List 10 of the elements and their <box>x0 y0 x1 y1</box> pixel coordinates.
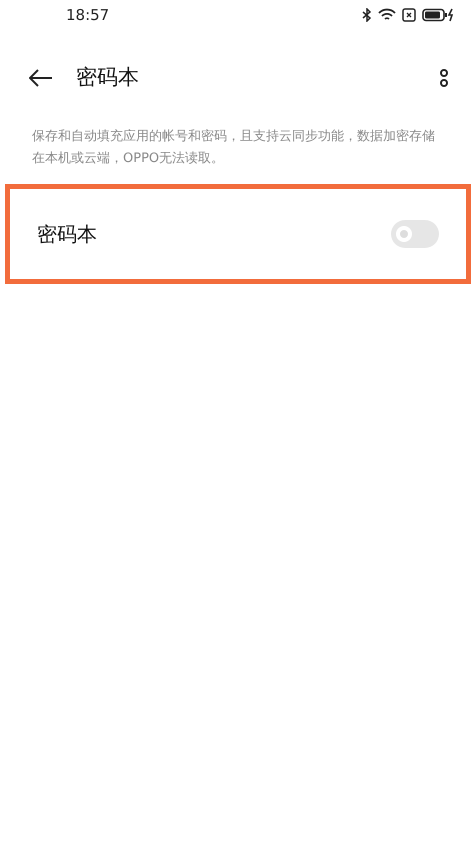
setting-label: 密码本 <box>37 221 97 248</box>
bluetooth-icon <box>362 8 372 22</box>
page-title: 密码本 <box>76 64 139 92</box>
sim-icon <box>402 8 416 22</box>
description-text: 保存和自动填充应用的帐号和密码，且支持云同步功能，数据加密存储在本机或云端，OPPO无法读取。 <box>31 128 436 168</box>
status-time: 18:57 <box>66 4 110 26</box>
toggle-switch[interactable] <box>391 220 439 248</box>
wifi-icon <box>378 8 396 22</box>
battery-charging-icon <box>422 8 454 22</box>
more-button[interactable] <box>438 67 450 89</box>
